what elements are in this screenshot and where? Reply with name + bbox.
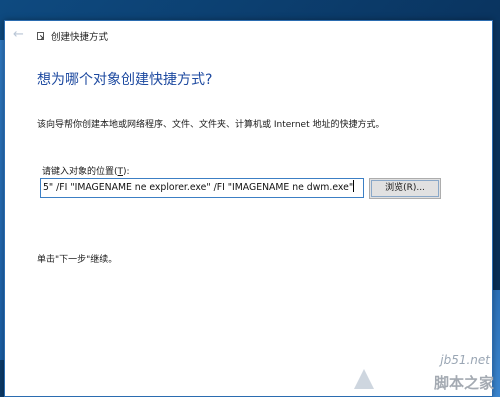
watermark-brand: 脚本之家 [433, 374, 494, 392]
location-input[interactable]: 5" /FI "IMAGENAME ne explorer.exe" /FI "… [40, 178, 364, 198]
location-label-text: 请键入对象的位置( [42, 167, 118, 177]
title-bar: ← 创建快捷方式 [5, 21, 492, 49]
back-arrow-icon[interactable]: ← [13, 28, 27, 42]
shortcut-icon [37, 32, 44, 40]
text-caret [353, 180, 355, 192]
location-input-value: 5" /FI "IMAGENAME ne explorer.exe" /FI "… [43, 182, 354, 193]
browse-button[interactable]: 浏览(R)... [369, 178, 441, 199]
desktop: ← 创建快捷方式 想为哪个对象创建快捷方式? 该向导帮你创建本地或网络程序、文件… [0, 0, 500, 397]
watermark-logo-icon [348, 361, 380, 391]
next-step-hint: 单击"下一步"继续。 [37, 255, 118, 265]
page-title: 想为哪个对象创建快捷方式? [37, 72, 213, 88]
wizard-description: 该向导帮你创建本地或网络程序、文件、文件夹、计算机或 Internet 地址的快… [37, 120, 385, 130]
watermark: jb51.net 脚本之家 [344, 353, 494, 393]
location-label-end: ): [123, 167, 130, 177]
window-title: 创建快捷方式 [51, 32, 109, 43]
create-shortcut-dialog: ← 创建快捷方式 想为哪个对象创建快捷方式? 该向导帮你创建本地或网络程序、文件… [4, 20, 493, 397]
location-label: 请键入对象的位置(T): [42, 164, 130, 177]
watermark-site: jb51.net [440, 353, 490, 367]
